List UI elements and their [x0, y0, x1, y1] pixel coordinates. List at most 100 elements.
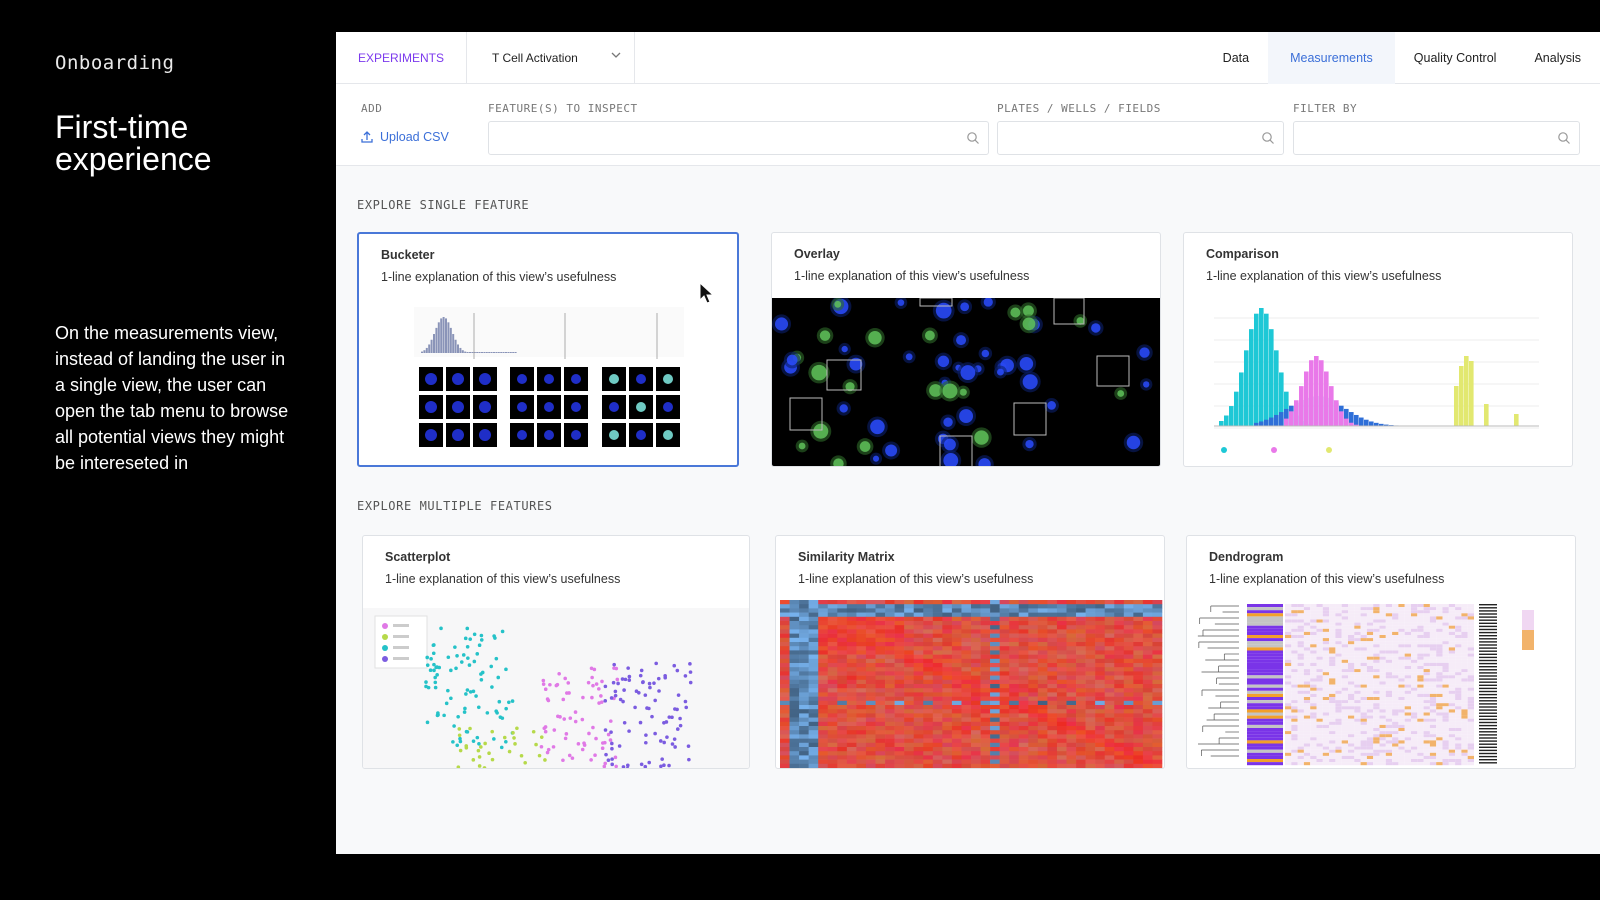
similarity-cell: [875, 709, 886, 714]
tab-analysis[interactable]: Analysis: [1515, 32, 1600, 84]
dendrogram-heat-cell: [1411, 647, 1418, 651]
view-card-similarity-matrix[interactable]: Similarity Matrix 1-line explanation of …: [775, 535, 1165, 769]
similarity-cell: [894, 709, 905, 714]
scatter-point: [507, 700, 511, 705]
similarity-cell: [1037, 688, 1048, 693]
view-card-scatterplot[interactable]: Scatterplot 1-line explanation of this v…: [362, 535, 750, 769]
similarity-cell: [780, 700, 790, 706]
dendrogram-heat-cell: [1467, 610, 1474, 614]
upload-csv-button[interactable]: Upload CSV: [360, 130, 449, 144]
similarity-cell: [923, 705, 934, 710]
similarity-cell: [1133, 717, 1144, 723]
filter-by-input[interactable]: [1293, 121, 1580, 155]
similarity-cell: [818, 726, 829, 731]
tab-measurements[interactable]: Measurements: [1268, 32, 1395, 84]
similarity-cell: [789, 637, 800, 643]
dendrogram-heat-cell: [1329, 644, 1336, 648]
tab-quality-control[interactable]: Quality Control: [1395, 32, 1516, 84]
view-card-bucketer[interactable]: Bucketer 1-line explanation of this view…: [357, 232, 739, 467]
dendrogram-heat-cell: [1404, 650, 1411, 654]
view-card-overlay[interactable]: Overlay 1-line explanation of this view’…: [771, 232, 1161, 467]
scatter-point: [471, 739, 476, 743]
dendrogram-heat-cell: [1404, 737, 1411, 741]
dendrogram-heat-cell: [1467, 641, 1474, 645]
dendrogram-heat-cell: [1436, 638, 1443, 642]
dendrogram-strip: [1247, 641, 1283, 645]
similarity-cell: [1085, 629, 1096, 634]
similarity-cell: [875, 688, 886, 693]
plates-search-input[interactable]: [997, 121, 1284, 155]
similarity-cell: [942, 759, 953, 765]
similarity-cell: [1056, 604, 1067, 609]
dendrogram-heat-cell: [1404, 644, 1411, 648]
dendrogram-heat-cell: [1436, 635, 1443, 639]
similarity-cell: [1152, 696, 1163, 702]
bucketer-hist-bar: [428, 344, 431, 353]
similarity-cell: [875, 734, 886, 739]
experiment-select[interactable]: T Cell Activation: [467, 32, 635, 84]
similarity-cell: [1037, 730, 1048, 735]
similarity-cell: [904, 742, 914, 748]
dendrogram-heat-cell: [1379, 721, 1386, 725]
dendrogram-heat-cell: [1404, 684, 1411, 688]
scatter-point: [490, 729, 495, 734]
dendrogram-heat-cell: [1360, 613, 1367, 617]
similarity-cell: [789, 600, 800, 605]
experiments-link[interactable]: EXPERIMENTS: [336, 32, 467, 84]
similarity-cell: [1047, 709, 1058, 714]
view-card-comparison[interactable]: Comparison 1-line explanation of this vi…: [1183, 232, 1573, 467]
similarity-cell: [780, 688, 790, 693]
bucketer-hist-bar: [481, 352, 483, 353]
similarity-cell: [846, 650, 857, 655]
similarity-cell: [1095, 667, 1105, 672]
dendrogram-label-tick: [1479, 734, 1497, 736]
dendrogram-heat-cell: [1398, 731, 1405, 735]
similarity-cell: [971, 709, 981, 714]
similarity-cell: [856, 751, 867, 756]
dendrogram-heat-cell: [1467, 650, 1474, 654]
dendrogram-heat-cell: [1341, 659, 1348, 663]
similarity-cell: [885, 742, 895, 748]
similarity-cell: [1009, 717, 1020, 723]
similarity-cell: [1085, 675, 1096, 681]
similarity-cell: [942, 679, 953, 685]
similarity-cell: [1037, 675, 1048, 681]
tab-data[interactable]: Data: [1204, 32, 1268, 84]
similarity-cell: [951, 696, 962, 702]
features-search-input[interactable]: [488, 121, 989, 155]
similarity-cell: [923, 679, 934, 685]
similarity-cell: [923, 734, 934, 739]
similarity-cell: [1152, 734, 1163, 739]
dendrogram-heat-cell: [1360, 653, 1367, 657]
scatter-point: [541, 678, 546, 683]
similarity-cell: [1142, 742, 1153, 748]
dendrogram-heat-cell: [1392, 746, 1399, 750]
similarity-cell: [808, 608, 819, 613]
dendrogram-heat-cell: [1366, 724, 1374, 728]
dendrogram-heat-cell: [1335, 690, 1342, 694]
similarity-cell: [942, 700, 953, 706]
similarity-cell: [990, 730, 1000, 735]
similarity-cell: [1018, 679, 1029, 685]
similarity-cell: [1066, 671, 1077, 676]
similarity-cell: [1104, 688, 1115, 693]
dendrogram-heat-cell: [1310, 712, 1317, 716]
dendrogram-heat-cell: [1392, 675, 1399, 679]
similarity-cell: [846, 625, 857, 630]
similarity-cell: [999, 667, 1010, 672]
dendrogram-heat-cell: [1316, 728, 1323, 732]
dendrogram-heat-cell: [1417, 644, 1424, 648]
dendrogram-heat-cell: [1291, 659, 1298, 663]
similarity-cell: [1133, 637, 1144, 643]
view-card-dendrogram[interactable]: Dendrogram 1-line explanation of this vi…: [1186, 535, 1576, 769]
dendrogram-heat-cell: [1385, 619, 1393, 623]
dendrogram-heat-cell: [1360, 731, 1367, 735]
dendrogram-heat-cell: [1316, 635, 1323, 639]
similarity-cell: [999, 742, 1010, 748]
similarity-cell: [1076, 637, 1086, 643]
dendrogram-heat-cell: [1366, 647, 1374, 651]
dendrogram-heat-cell: [1411, 718, 1418, 722]
similarity-cell: [780, 650, 790, 655]
dendrogram-heat-cell: [1442, 759, 1449, 763]
similarity-cell: [1142, 751, 1153, 756]
